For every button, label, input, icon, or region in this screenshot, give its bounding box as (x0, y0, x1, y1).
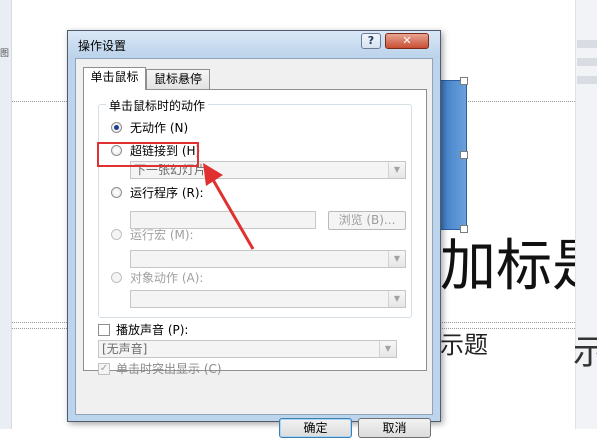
radio-none-label: 无动作 (N) (130, 121, 189, 135)
annotation-highlight-box (97, 142, 199, 167)
chevron-down-icon: ▼ (379, 341, 396, 357)
help-icon: ? (367, 34, 375, 47)
radio-run-program[interactable] (111, 187, 122, 198)
radio-none[interactable] (111, 122, 122, 133)
tab-panel: 单击鼠标时的动作 无动作 (N) 超链接到 (H) 下一张幻灯片 ▼ 运行程序 … (83, 89, 427, 376)
slide-edge-text: 示 (573, 333, 597, 373)
action-groupbox: 单击鼠标时的动作 无动作 (N) 超链接到 (H) 下一张幻灯片 ▼ 运行程序 … (98, 97, 412, 318)
object-action-dropdown[interactable]: ▼ (130, 290, 406, 308)
chevron-down-icon: ▼ (388, 291, 405, 307)
sound-dropdown[interactable]: [无声音] ▼ (98, 340, 397, 358)
resize-handle[interactable] (460, 151, 468, 159)
play-sound-checkbox[interactable] (98, 324, 110, 336)
sound-value: [无声音] (102, 342, 148, 356)
highlight-click-label: 单击时突出显示 (C) (116, 362, 222, 376)
tab-mouse-over[interactable]: 鼠标悬停 (146, 69, 210, 90)
left-edge-text: 图 (0, 49, 10, 59)
radio-run-program-label: 运行程序 (R): (130, 186, 204, 200)
right-pane-line (577, 40, 597, 48)
right-pane-line (577, 58, 597, 66)
group-title: 单击鼠标时的动作 (106, 97, 209, 114)
macro-dropdown[interactable]: ▼ (130, 250, 406, 268)
close-button[interactable]: ✕ (385, 33, 429, 49)
ok-button[interactable]: 确定 (279, 418, 352, 438)
slide-subtitle-text[interactable]: 示题 (440, 328, 488, 362)
right-pane-line (577, 76, 597, 84)
left-pane-strip (0, 0, 12, 429)
dialog-titlebar[interactable]: 操作设置 ? ✕ (68, 31, 440, 57)
help-button[interactable]: ? (361, 33, 381, 49)
tab-mouse-click[interactable]: 单击鼠标 (83, 67, 146, 90)
dialog-client-area: 单击鼠标 鼠标悬停 单击鼠标时的动作 无动作 (N) 超链接到 (H) 下一张幻… (75, 58, 433, 438)
highlight-click-checkbox[interactable]: ✓ (98, 363, 110, 375)
chevron-down-icon: ▼ (388, 251, 405, 267)
radio-run-macro-label: 运行宏 (M): (130, 228, 194, 242)
close-icon: ✕ (402, 34, 412, 47)
play-sound-label: 播放声音 (P): (116, 323, 189, 337)
slide-title-text[interactable]: 加标是 (440, 232, 575, 302)
radio-object-action-label: 对象动作 (A): (130, 271, 204, 285)
action-settings-dialog: 操作设置 ? ✕ 单击鼠标 鼠标悬停 单击鼠标时的动作 无动作 (N) 超链接到… (67, 30, 441, 438)
chevron-down-icon: ▼ (388, 162, 405, 178)
cancel-button[interactable]: 取消 (358, 418, 431, 438)
resize-handle[interactable] (460, 77, 468, 85)
browse-button[interactable]: 浏览 (B)... (328, 211, 406, 230)
dialog-title: 操作设置 (78, 39, 127, 53)
radio-object-action[interactable] (111, 272, 122, 283)
radio-run-macro[interactable] (111, 229, 122, 240)
